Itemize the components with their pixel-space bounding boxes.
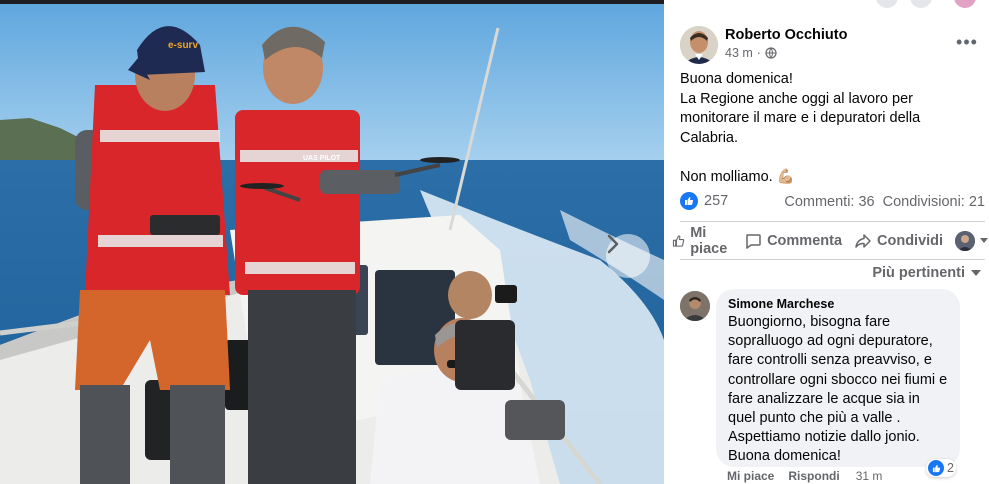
engagement-stats: Commenti: 36 Condivisioni: 21 <box>784 194 985 210</box>
post-text-line: Non molliamo. 💪🏼 <box>680 168 795 185</box>
panel-top-bar <box>664 0 989 8</box>
thumbs-up-icon <box>672 235 685 247</box>
post-time[interactable]: 43 m <box>725 46 753 60</box>
comment-actions: Mi piace Rispondi 31 m <box>727 469 882 483</box>
like-button[interactable]: Mi piace <box>672 225 732 257</box>
react-as-selector[interactable] <box>955 231 989 251</box>
vest-badge-text: UAS PILOT <box>303 155 341 162</box>
comment-time[interactable]: 31 m <box>856 469 883 483</box>
photo-top-edge <box>0 0 664 4</box>
like-reaction-icon <box>680 192 698 210</box>
post-panel: Roberto Occhiuto 43 m · ••• Buona domeni… <box>664 0 989 484</box>
top-bar-avatar[interactable] <box>954 0 976 8</box>
comment-reply-link[interactable]: Rispondi <box>788 469 839 483</box>
comment-text: Buongiorno, bisogna fare sopralluogo ad … <box>728 314 948 465</box>
like-reaction-icon <box>928 460 944 476</box>
comment-like-link[interactable]: Mi piace <box>727 469 774 483</box>
reaction-summary[interactable]: 257 <box>680 192 728 210</box>
share-label: Condividi <box>877 233 944 249</box>
commenter-avatar[interactable] <box>680 291 710 321</box>
post-text-line: La Regione anche oggi al lavoro per moni… <box>680 90 921 146</box>
viewer-avatar <box>955 231 976 251</box>
share-button[interactable]: Condividi <box>854 232 943 250</box>
reaction-count: 257 <box>704 193 729 209</box>
commenter-name[interactable]: Simone Marchese <box>728 296 948 312</box>
post-actions: Mi piace Commenta Condividi <box>672 225 989 257</box>
sort-label: Più pertinenti <box>872 265 965 281</box>
like-label: Mi piace <box>690 225 728 257</box>
post-text-line: Buona domenica! <box>680 71 793 87</box>
more-options-button[interactable]: ••• <box>954 32 980 52</box>
author-photo <box>680 26 718 64</box>
caret-down-icon <box>980 238 989 243</box>
post-body: Buona domenica! La Regione anche oggi al… <box>680 70 980 187</box>
comment-reaction-count: 2 <box>947 461 954 475</box>
author-name[interactable]: Roberto Occhiuto <box>725 27 847 43</box>
shares-count[interactable]: Condivisioni: 21 <box>883 194 985 210</box>
share-icon <box>855 234 871 248</box>
comment-label: Commenta <box>767 233 843 249</box>
globe-icon <box>765 47 777 59</box>
next-photo-button[interactable] <box>606 234 650 278</box>
top-bar-button[interactable] <box>876 0 898 8</box>
top-bar-button[interactable] <box>910 0 932 8</box>
comments-count[interactable]: Commenti: 36 <box>784 194 874 210</box>
post-meta: 43 m · <box>725 46 777 60</box>
chevron-right-icon <box>607 234 619 254</box>
comment-sort-dropdown[interactable]: Più pertinenti <box>872 265 981 281</box>
comment-bubble: Simone Marchese Buongiorno, bisogna fare… <box>716 289 960 467</box>
comment-button[interactable]: Commenta <box>744 232 842 250</box>
svg-text:e-surv: e-surv <box>168 40 198 51</box>
comment-reaction-badge[interactable]: 2 <box>926 459 956 477</box>
post-photo[interactable]: e-surv UAS PILOT <box>0 0 664 484</box>
divider <box>680 259 985 260</box>
boat-scene-image: e-surv UAS PILOT <box>0 0 664 484</box>
caret-down-icon <box>971 269 981 276</box>
divider <box>680 221 985 222</box>
author-avatar[interactable] <box>680 26 718 64</box>
commenter-photo <box>680 291 710 321</box>
comment-icon <box>746 234 761 249</box>
